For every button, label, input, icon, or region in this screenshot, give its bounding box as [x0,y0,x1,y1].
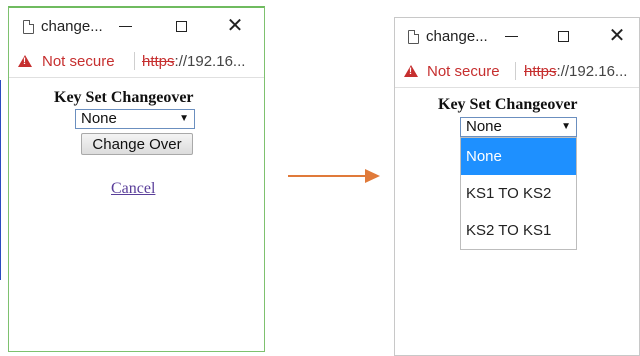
url-text[interactable]: https://192.16... [524,63,627,80]
keyset-select[interactable]: None ▼ [460,117,577,137]
url-text[interactable]: https://192.16... [142,53,245,70]
title-bar: change... ✕ [395,18,639,57]
divider [515,62,516,80]
not-secure-label[interactable]: Not secure [42,53,115,70]
minimize-button[interactable] [115,15,135,37]
page-icon [23,20,34,34]
close-icon: ✕ [608,25,626,47]
change-over-button[interactable]: Change Over [81,133,193,155]
page-icon [408,30,419,44]
address-bar[interactable]: Not secure https://192.16... [9,47,264,78]
url-host: ://192.16... [174,53,246,70]
select-value: None [466,118,502,135]
chevron-down-icon: ▼ [561,121,571,132]
title-bar: change... ✕ [9,8,264,47]
url-host: ://192.16... [556,63,628,80]
select-option[interactable]: KS1 TO KS2 [461,175,576,212]
maximize-button[interactable] [553,25,573,47]
warning-icon [18,55,32,67]
page-heading: Key Set Changeover [438,96,578,113]
select-dropdown-list: None KS1 TO KS2 KS2 TO KS1 [460,137,577,250]
browser-window-before: change... ✕ Not secure https://192.16...… [8,6,265,352]
warning-icon [404,65,418,77]
url-scheme: https [524,63,557,80]
close-button[interactable]: ✕ [225,15,245,37]
minimize-icon [504,35,518,37]
maximize-icon [175,20,187,32]
address-bar[interactable]: Not secure https://192.16... [395,57,639,88]
page-heading: Key Set Changeover [54,89,194,106]
select-option[interactable]: KS2 TO KS1 [461,212,576,249]
divider [134,52,135,70]
arrow-head [365,169,380,183]
maximize-icon [557,30,569,42]
minimize-icon [118,25,132,27]
tab-title[interactable]: change... [41,18,103,35]
close-icon: ✕ [226,15,244,37]
keyset-select[interactable]: None ▼ [75,109,195,129]
close-button[interactable]: ✕ [607,25,627,47]
minimize-button[interactable] [501,25,521,47]
tab-title[interactable]: change... [426,28,488,45]
cancel-link[interactable]: Cancel [111,180,155,198]
browser-window-after: change... ✕ Not secure https://192.16...… [394,17,640,356]
select-option[interactable]: None [461,138,576,175]
arrow-right-icon [288,175,366,177]
url-scheme: https [142,53,175,70]
not-secure-label[interactable]: Not secure [427,63,500,80]
maximize-button[interactable] [171,15,191,37]
chevron-down-icon: ▼ [179,113,189,124]
select-value: None [81,110,117,127]
